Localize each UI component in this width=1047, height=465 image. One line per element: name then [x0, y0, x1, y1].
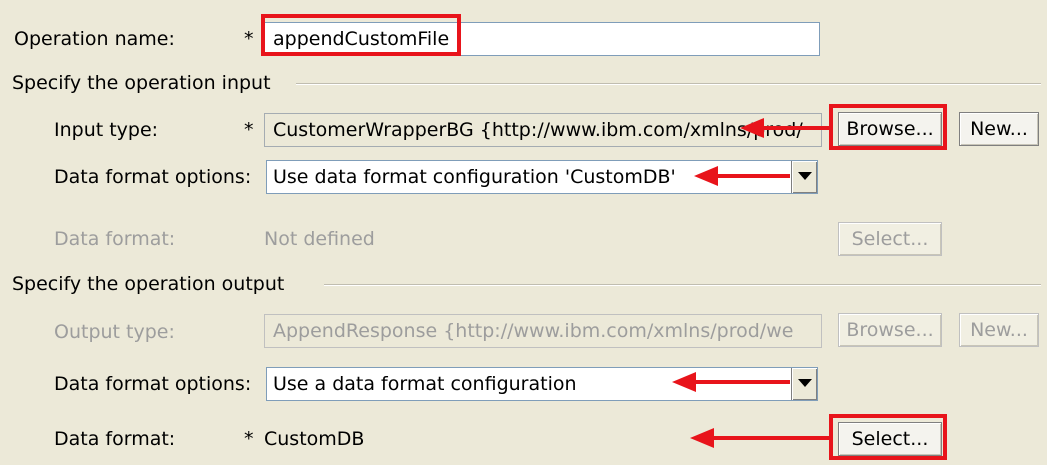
input-section-divider: [296, 83, 1041, 85]
input-section-title: Specify the operation input: [12, 72, 271, 94]
select-annotation-arrow-icon: [690, 428, 830, 448]
input-type-field[interactable]: CustomerWrapperBG {http://www.ibm.com/xm…: [264, 113, 822, 147]
input-data-format-label: Data format:: [54, 228, 176, 250]
output-section-divider: [324, 284, 1041, 286]
input-type-value: CustomerWrapperBG {http://www.ibm.com/xm…: [273, 119, 803, 141]
input-data-format-options-select[interactable]: Use data format configuration 'CustomDB': [266, 160, 818, 194]
operation-name-input[interactable]: appendCustomFile: [264, 22, 820, 56]
output-new-button[interactable]: New...: [959, 313, 1039, 347]
input-type-required-marker: *: [244, 119, 254, 141]
input-data-format-value: Not defined: [264, 228, 375, 250]
output-data-format-options-value: Use a data format configuration: [273, 373, 577, 395]
chevron-down-icon: [798, 379, 812, 387]
output-section-title: Specify the operation output: [12, 273, 285, 295]
output-data-format-required-marker: *: [244, 428, 254, 450]
output-type-value: AppendResponse {http://www.ibm.com/xmlns…: [273, 320, 794, 342]
output-data-format-value: CustomDB: [264, 428, 365, 450]
input-data-format-select-button[interactable]: Select...: [838, 222, 942, 256]
input-dropdown-button[interactable]: [791, 161, 817, 193]
output-type-field[interactable]: AppendResponse {http://www.ibm.com/xmlns…: [264, 314, 822, 348]
output-data-format-label: Data format:: [54, 428, 176, 450]
input-data-format-options-value: Use data format configuration 'CustomDB': [273, 166, 676, 188]
operation-name-value: appendCustomFile: [273, 28, 450, 50]
operation-name-required-marker: *: [244, 28, 254, 50]
input-new-button[interactable]: New...: [959, 112, 1039, 146]
output-data-format-options-select[interactable]: Use a data format configuration: [266, 367, 818, 401]
chevron-down-icon: [798, 172, 812, 180]
operation-name-label: Operation name:: [14, 28, 175, 50]
input-data-format-options-label: Data format options:: [54, 166, 252, 188]
output-data-format-select-button[interactable]: Select...: [838, 422, 942, 456]
input-type-label: Input type:: [54, 119, 159, 141]
input-browse-button[interactable]: Browse...: [838, 112, 942, 146]
output-data-format-options-label: Data format options:: [54, 373, 252, 395]
output-type-label: Output type:: [54, 321, 175, 343]
output-browse-button[interactable]: Browse...: [838, 313, 942, 347]
output-dropdown-button[interactable]: [791, 368, 817, 400]
